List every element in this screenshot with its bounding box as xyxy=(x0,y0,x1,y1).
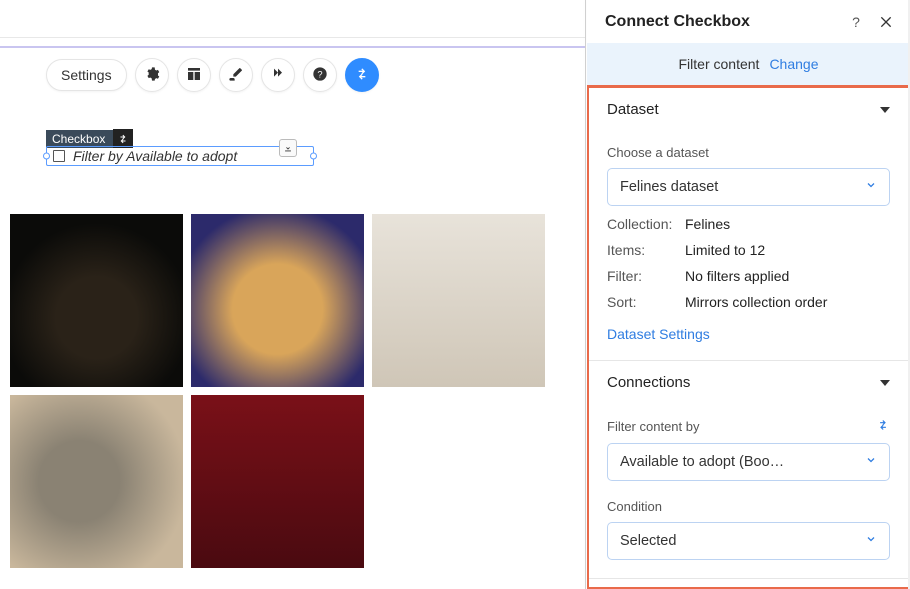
grid-image[interactable] xyxy=(10,214,183,387)
condition-select[interactable]: Selected xyxy=(607,522,890,560)
panel-header: Connect Checkbox ? xyxy=(587,0,910,43)
help-button[interactable]: ? xyxy=(303,58,337,92)
grid-image[interactable] xyxy=(10,395,183,568)
animation-icon xyxy=(270,66,286,85)
grid-image[interactable] xyxy=(191,214,364,387)
animation-button[interactable] xyxy=(261,58,295,92)
canvas-area: Settings ? Checkbox Filter by Available … xyxy=(0,0,585,589)
chevron-down-icon xyxy=(865,533,877,549)
grid-image[interactable] xyxy=(191,395,364,568)
filter-strip: Filter content Change xyxy=(587,43,910,85)
grid-image[interactable] xyxy=(372,214,545,387)
change-link[interactable]: Change xyxy=(769,56,818,72)
brush-icon xyxy=(228,66,244,85)
gear-button[interactable] xyxy=(135,58,169,92)
dataset-select-value: Felines dataset xyxy=(620,179,718,195)
filter-by-select-value: Available to adopt (Boo… xyxy=(620,454,784,470)
panel-title: Connect Checkbox xyxy=(605,13,750,31)
layout-button[interactable] xyxy=(177,58,211,92)
panel-divider xyxy=(585,0,586,589)
sort-key: Sort: xyxy=(607,294,685,310)
settings-button[interactable]: Settings xyxy=(46,59,127,91)
panel-help-icon[interactable]: ? xyxy=(848,14,864,30)
close-icon[interactable] xyxy=(878,14,894,30)
collection-value: Felines xyxy=(685,216,730,232)
condition-label: Condition xyxy=(607,499,890,514)
chevron-down-icon xyxy=(865,179,877,195)
dataset-heading: Dataset xyxy=(607,101,659,118)
dataset-select[interactable]: Felines dataset xyxy=(607,168,890,206)
checkbox-label: Filter by Available to adopt xyxy=(73,148,237,164)
dataset-section-head[interactable]: Dataset xyxy=(589,88,908,131)
connect-data-button[interactable] xyxy=(345,58,379,92)
condition-select-value: Selected xyxy=(620,533,676,549)
swap-icon[interactable] xyxy=(876,418,890,435)
connect-icon xyxy=(354,66,370,85)
image-grid xyxy=(10,214,545,568)
items-value: Limited to 12 xyxy=(685,242,765,258)
element-toolbar: Settings ? xyxy=(0,48,585,92)
filter-strip-label: Filter content xyxy=(679,56,760,72)
design-button[interactable] xyxy=(219,58,253,92)
choose-dataset-label: Choose a dataset xyxy=(607,145,890,160)
resize-handle-right[interactable] xyxy=(310,153,317,160)
element-tag-label: Checkbox xyxy=(46,130,113,148)
resize-handle-left[interactable] xyxy=(43,153,50,160)
filter-key: Filter: xyxy=(607,268,685,284)
collection-key: Collection: xyxy=(607,216,685,232)
connections-heading: Connections xyxy=(607,374,690,391)
chevron-down-icon xyxy=(880,380,890,386)
items-key: Items: xyxy=(607,242,685,258)
chevron-down-icon xyxy=(880,107,890,113)
filter-content-by-label: Filter content by xyxy=(607,419,700,434)
checkbox-element[interactable]: Filter by Available to adopt xyxy=(46,146,314,166)
highlighted-sections: Dataset Choose a dataset Felines dataset… xyxy=(587,85,910,589)
connect-panel: Connect Checkbox ? Filter content Change… xyxy=(587,0,910,589)
layout-icon xyxy=(186,66,202,85)
dataset-section: Dataset Choose a dataset Felines dataset… xyxy=(589,88,908,361)
filter-by-select[interactable]: Available to adopt (Boo… xyxy=(607,443,890,481)
svg-text:?: ? xyxy=(317,69,322,79)
filter-value: No filters applied xyxy=(685,268,789,284)
data-badge[interactable] xyxy=(279,139,297,157)
connections-section-head[interactable]: Connections xyxy=(589,361,908,404)
checkbox-box[interactable] xyxy=(53,150,65,162)
dataset-settings-link[interactable]: Dataset Settings xyxy=(607,326,710,342)
connections-section: Connections Filter content by Available … xyxy=(589,361,908,579)
sort-value: Mirrors collection order xyxy=(685,294,827,310)
chevron-down-icon xyxy=(865,454,877,470)
gear-icon xyxy=(144,66,160,85)
help-icon: ? xyxy=(312,66,328,85)
